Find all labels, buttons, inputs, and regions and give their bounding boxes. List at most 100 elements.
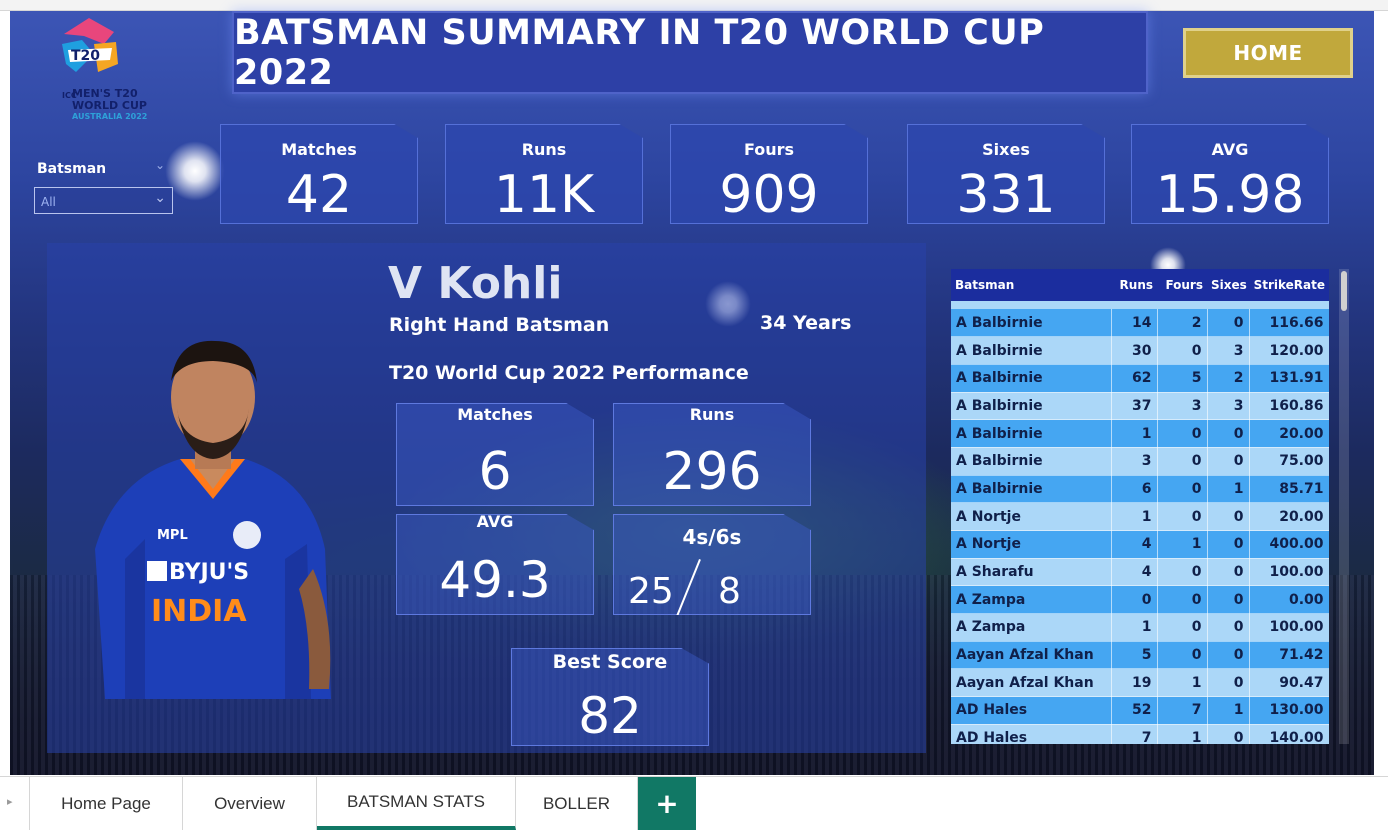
batsman-table[interactable]: Batsman Runs Fours Sixes StrikeRate A Ba… [951,269,1329,744]
tab-home-page[interactable]: Home Page [29,777,183,830]
table-cell: 0 [1207,724,1250,744]
table-cell: A Balbirnie [951,447,1112,476]
table-cell: A Zampa [951,613,1112,642]
column-header[interactable]: Sixes [1207,269,1249,301]
table-cell: 0 [1207,419,1250,448]
table-cell: 116.66 [1249,309,1329,338]
home-button-label: HOME [1233,41,1303,65]
batsman-slicer-dropdown[interactable]: All ⌄ [34,187,173,214]
table-row[interactable]: AD Hales 52 7 1 130.00 [951,696,1329,725]
table-row[interactable]: A Nortje 1 0 0 20.00 [951,502,1329,531]
table-row[interactable]: A Balbirnie 6 0 1 85.71 [951,475,1329,504]
table-row[interactable]: A Balbirnie 14 2 0 116.66 [951,309,1329,338]
table-row[interactable]: Aayan Afzal Khan 19 1 0 90.47 [951,668,1329,698]
table-cell: A Nortje [951,502,1112,531]
table-row[interactable]: A Balbirnie 3 0 0 75.00 [951,447,1329,476]
table-cell: AD Hales [951,724,1112,744]
table-cell: 160.86 [1249,392,1329,421]
svg-text:BYJU'S: BYJU'S [169,560,249,585]
player-runs-card: Runs 296 [613,403,811,506]
card-value: 296 [662,442,762,502]
card-value: 49.3 [439,551,551,609]
table-cell: 0 [1207,668,1250,698]
table-cell: A Balbirnie [951,309,1112,338]
table-row[interactable]: A Balbirnie 37 3 3 160.86 [951,392,1329,421]
logo-line-2: WORLD CUP [72,99,147,112]
table-cell: 0 [1207,585,1250,615]
table-cell: 30 [1111,336,1158,365]
table-cell: A Zampa [951,585,1112,615]
table-cell: 0.00 [1249,585,1329,615]
tab-scroll-left-icon[interactable]: ▸ [7,795,13,808]
table-cell: 1 [1111,502,1158,531]
kpi-value: 15.98 [1155,165,1305,225]
table-cell: 0 [1157,613,1208,642]
table-row[interactable]: A Balbirnie 1 0 0 20.00 [951,419,1329,448]
table-cell: 62 [1111,364,1158,393]
table-row[interactable]: Aayan Afzal Khan 5 0 0 71.42 [951,641,1329,670]
table-cell: 3 [1157,392,1208,421]
table-cell: 0 [1207,502,1250,531]
column-header[interactable]: StrikeRate [1249,269,1329,301]
player-age: 34 Years [760,312,852,334]
table-cell: 4 [1111,558,1158,587]
table-cell: 130.00 [1249,696,1329,725]
table-cell: 100.00 [1249,613,1329,642]
table-cell: 0 [1207,309,1250,338]
table-cell: 120.00 [1249,336,1329,365]
table-scrollbar[interactable] [1339,269,1349,744]
kpi-value: 11K [493,165,595,225]
tab-boller[interactable]: BOLLER [516,777,638,830]
table-cell: 19 [1111,668,1158,698]
table-cell: 0 [1157,585,1208,615]
table-row[interactable]: A Zampa 1 0 0 100.00 [951,613,1329,642]
table-cell: 400.00 [1249,530,1329,559]
card-label: 4s/6s [682,525,742,549]
tab-batsman-stats[interactable]: BATSMAN STATS [317,777,516,830]
column-header[interactable]: Batsman [951,269,1111,301]
table-row[interactable]: A Balbirnie 30 0 3 120.00 [951,336,1329,365]
table-cell: A Balbirnie [951,364,1112,393]
svg-text:T20: T20 [71,48,100,64]
table-cell: 20.00 [1249,419,1329,448]
table-cell: 100.00 [1249,558,1329,587]
card-label: AVG [476,512,514,531]
add-page-button[interactable]: + [638,777,696,830]
table-cell: A Balbirnie [951,392,1112,421]
app-top-strip [0,0,1388,11]
player-best-score-card: Best Score 82 [511,648,709,746]
table-cell: 71.42 [1249,641,1329,670]
table-cell: 1 [1157,530,1208,559]
chevron-down-icon: ⌄ [154,190,166,206]
divider-slash [675,558,701,615]
player-boundaries-card: 4s/6s 25 8 [613,514,811,615]
table-row[interactable]: A Nortje 4 1 0 400.00 [951,530,1329,559]
table-cell: AD Hales [951,696,1112,725]
table-cell: 5 [1157,364,1208,393]
table-row[interactable]: A Sharafu 4 0 0 100.00 [951,558,1329,587]
kpi-value: 331 [956,165,1056,225]
table-cell: 1 [1111,419,1158,448]
table-cell: 0 [1157,641,1208,670]
column-header[interactable]: Runs [1111,269,1157,301]
table-cell: 0 [1157,447,1208,476]
table-cell: Aayan Afzal Khan [951,668,1112,698]
table-row[interactable]: AD Hales 7 1 0 140.00 [951,724,1329,744]
home-button[interactable]: HOME [1183,28,1353,78]
table-row[interactable]: A Balbirnie 62 5 2 131.91 [951,364,1329,393]
table-row[interactable]: A Zampa 0 0 0 0.00 [951,585,1329,615]
table-cell: 75.00 [1249,447,1329,476]
column-header[interactable]: Fours [1157,269,1207,301]
slicer-collapse-icon[interactable]: ⌄ [155,158,165,172]
table-scroll-thumb[interactable] [1341,271,1347,311]
table-spacer-row [951,301,1329,309]
card-label: Matches [457,405,533,424]
table-cell: 6 [1111,475,1158,504]
tab-overview[interactable]: Overview [183,777,317,830]
table-cell: A Balbirnie [951,336,1112,365]
table-cell: A Nortje [951,530,1112,559]
table-cell: 0 [1111,585,1158,615]
t20-world-cup-logo: T20 ICC MEN'S T20 WORLD CUP AUSTRALIA 20… [48,12,158,122]
logo-line-1: MEN'S T20 [72,87,138,100]
table-cell: 5 [1111,641,1158,670]
